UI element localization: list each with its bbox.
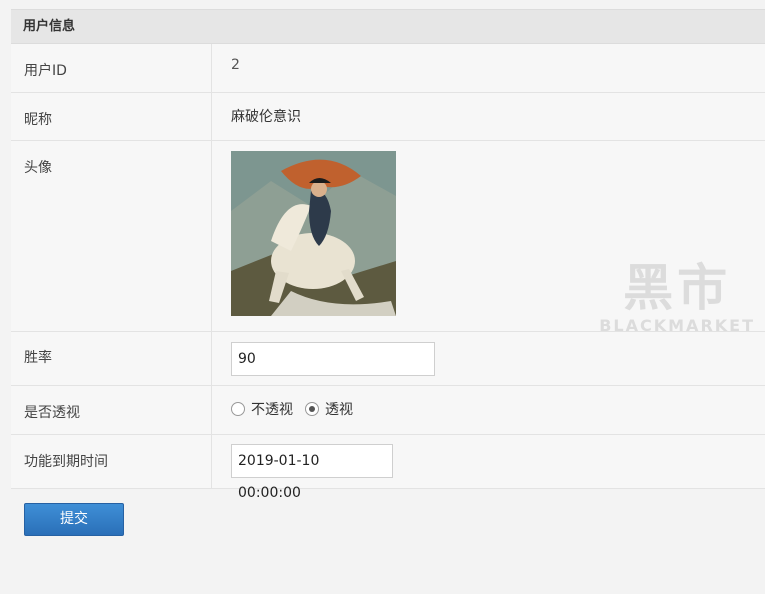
avatar-cell xyxy=(212,141,765,331)
nickname-label: 昵称 xyxy=(11,93,212,140)
win-rate-cell: 90 xyxy=(212,332,765,385)
radio-see-through[interactable] xyxy=(305,402,319,416)
user-id-label: 用户ID xyxy=(11,44,212,92)
row-avatar: 头像 xyxy=(11,141,765,332)
avatar xyxy=(231,151,396,316)
nickname-value: 麻破伦意识 xyxy=(231,109,301,125)
row-user-id: 用户ID 2 xyxy=(11,44,765,93)
radio-no-see-through-label[interactable]: 不透视 xyxy=(251,399,293,419)
user-info-panel: 用户信息 用户ID 2 昵称 麻破伦意识 头像 胜率 90 是否透视 不透视 透… xyxy=(11,9,765,501)
expire-time-label: 功能到期时间 xyxy=(11,435,212,488)
row-nickname: 昵称 麻破伦意识 xyxy=(11,93,765,141)
row-see-through: 是否透视 不透视 透视 xyxy=(11,386,765,435)
see-through-radio-group: 不透视 透视 xyxy=(231,399,765,419)
radio-no-see-through[interactable] xyxy=(231,402,245,416)
expire-time-input[interactable]: 2019-01-10 00:00:00 xyxy=(231,444,393,501)
avatar-label: 头像 xyxy=(11,141,212,331)
radio-selected-dot xyxy=(309,406,315,412)
win-rate-input[interactable]: 90 xyxy=(231,342,435,376)
user-id-value: 2 xyxy=(231,57,240,73)
radio-see-through-label[interactable]: 透视 xyxy=(325,399,353,419)
submit-button[interactable]: 提交 xyxy=(24,503,124,536)
avatar-painting-icon xyxy=(231,151,396,316)
panel-title: 用户信息 xyxy=(11,9,765,44)
win-rate-label: 胜率 xyxy=(11,332,212,385)
row-expire-time: 功能到期时间 2019-01-10 00:00:00 xyxy=(11,435,765,501)
see-through-label: 是否透视 xyxy=(11,386,212,434)
see-through-cell: 不透视 透视 xyxy=(212,386,765,434)
expire-time-cell: 2019-01-10 00:00:00 xyxy=(212,435,765,501)
row-win-rate: 胜率 90 xyxy=(11,332,765,386)
